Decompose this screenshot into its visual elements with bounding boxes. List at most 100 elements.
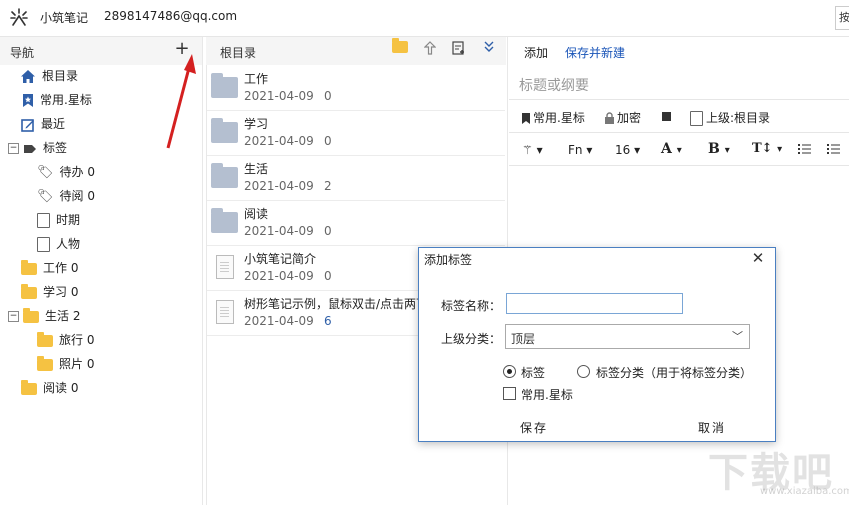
note-date: 2021-04-09	[244, 314, 314, 328]
parent-category-select[interactable]: 顶层 ﹀	[505, 324, 750, 349]
star-checkbox-label: 常用.星标	[521, 388, 573, 402]
folder-icon	[211, 118, 238, 143]
folder-icon	[21, 259, 37, 275]
search-input[interactable]: 按	[835, 6, 849, 30]
nav-item-label: 照片 0	[59, 357, 95, 371]
folder-icon	[211, 208, 238, 233]
save-button[interactable]: 保存	[520, 419, 548, 436]
note-date: 2021-04-09	[244, 134, 314, 148]
radio-tag[interactable]	[503, 365, 516, 378]
heading-icon: T↕	[752, 141, 773, 156]
font-size-select[interactable]: 16 ▾	[615, 143, 640, 157]
folder-icon	[21, 379, 37, 395]
list-item[interactable]: 学习 2021-04-09 0	[207, 111, 505, 156]
annotation-arrow-icon	[166, 54, 196, 149]
encrypt-toggle[interactable]: 加密	[604, 109, 641, 126]
lock-icon	[605, 112, 614, 124]
close-icon[interactable]: ✕	[750, 249, 766, 267]
tag-name-input[interactable]	[506, 293, 683, 314]
list-item[interactable]: 生活 2021-04-09 2	[207, 156, 505, 201]
nav-item-root[interactable]: 根目录	[20, 65, 78, 87]
bullet-list-button[interactable]	[798, 143, 811, 157]
save-and-new-button[interactable]: 保存并新建	[565, 44, 625, 61]
heading-button[interactable]: T↕ ▾	[752, 141, 782, 156]
parent-folder-button[interactable]: 上级:根目录	[690, 109, 770, 126]
folder-icon	[21, 283, 37, 299]
note-title-input[interactable]: 标题或纲要	[519, 75, 839, 95]
nav-item-reading[interactable]: 阅读 0	[21, 377, 78, 399]
nav-item-todo[interactable]: 🏷 待办 0	[37, 161, 95, 183]
nav-title: 导航	[10, 46, 35, 60]
radio-tag-category-label: 标签分类（用于将标签分类）	[596, 366, 753, 380]
collapse-toggle[interactable]: −	[8, 143, 19, 154]
app-title: 小筑笔记	[40, 11, 89, 25]
edit-icon	[21, 118, 34, 132]
page-icon	[690, 111, 703, 126]
star-toggle[interactable]: 常用.星标	[521, 109, 585, 126]
nav-item-label: 待办 0	[59, 165, 95, 179]
nav-item-period[interactable]: 时期	[37, 209, 80, 231]
folder-icon	[392, 38, 408, 53]
nav-item-tags[interactable]: − 标签	[8, 137, 67, 159]
star-label: 常用.星标	[533, 111, 585, 125]
nav-item-life[interactable]: − 生活 2	[8, 305, 80, 327]
home-icon	[21, 70, 35, 83]
page-icon	[37, 237, 50, 252]
list-item[interactable]: 工作 2021-04-09 0	[207, 66, 505, 111]
dialog-title: 添加标签	[424, 253, 473, 267]
note-title: 生活	[244, 162, 269, 176]
magic-wand-icon: ⚚	[522, 143, 533, 157]
parent-label: 上级:根目录	[706, 111, 771, 125]
nav-item-people[interactable]: 人物	[37, 233, 80, 255]
nav-item-label: 根目录	[42, 69, 79, 83]
account-email[interactable]: 2898147486@qq.com	[104, 9, 237, 23]
page-icon	[37, 213, 50, 228]
cancel-button[interactable]: 取消	[698, 419, 726, 436]
note-date: 2021-04-09	[244, 269, 314, 283]
nav-item-toread[interactable]: 🏷 待阅 0	[37, 185, 95, 207]
new-folder-button[interactable]	[392, 38, 408, 57]
star-checkbox[interactable]	[503, 387, 516, 400]
radio-tag-label: 标签	[521, 366, 546, 380]
note-date: 2021-04-09	[244, 179, 314, 193]
folder-icon	[211, 163, 238, 188]
bold-button[interactable]: B ▾	[708, 141, 730, 157]
font-color-button[interactable]: A ▾	[661, 141, 682, 157]
nav-item-travel[interactable]: 旅行 0	[37, 329, 94, 351]
magic-format-button[interactable]: ⚚ ▾	[522, 143, 543, 157]
nav-item-label: 标签	[43, 141, 68, 155]
folder-icon	[37, 355, 53, 371]
radio-tag-category[interactable]	[577, 365, 590, 378]
note-count: 0	[324, 224, 332, 238]
nav-item-label: 旅行 0	[59, 333, 95, 347]
bookmark-star-icon	[23, 94, 33, 107]
arrow-up-icon[interactable]	[424, 41, 436, 55]
list-item[interactable]: 阅读 2021-04-09 0	[207, 201, 505, 246]
numbered-list-button[interactable]	[827, 143, 840, 157]
parent-category-label: 上级分类：	[441, 332, 502, 346]
note-count: 2	[324, 179, 332, 193]
note-date: 2021-04-09	[244, 224, 314, 238]
note-title: 阅读	[244, 207, 269, 221]
nav-item-starred[interactable]: 常用.星标	[22, 89, 92, 111]
collapse-toggle[interactable]: −	[8, 311, 19, 322]
add-button[interactable]: 添加	[524, 44, 548, 61]
nav-item-label: 常用.星标	[40, 93, 92, 107]
expand-down-icon[interactable]	[484, 41, 494, 53]
nav-item-label: 学习 0	[43, 285, 79, 299]
note-date: 2021-04-09	[244, 89, 314, 103]
parent-category-value: 顶层	[511, 332, 536, 346]
font-family-select[interactable]: Fn ▾	[568, 143, 592, 157]
nav-item-photos[interactable]: 照片 0	[37, 353, 94, 375]
color-square-button[interactable]	[662, 109, 671, 123]
nav-item-label: 阅读 0	[43, 381, 79, 395]
nav-item-recent[interactable]: 最近	[21, 113, 65, 135]
tag-outline-icon: 🏷	[37, 188, 54, 204]
nav-item-study[interactable]: 学习 0	[21, 281, 78, 303]
numbered-list-icon	[827, 144, 840, 154]
divider	[509, 132, 849, 133]
new-note-icon[interactable]	[452, 41, 466, 55]
tag-icon	[24, 144, 36, 153]
nav-item-work[interactable]: 工作 0	[21, 257, 78, 279]
bookmark-star-icon	[522, 113, 530, 124]
